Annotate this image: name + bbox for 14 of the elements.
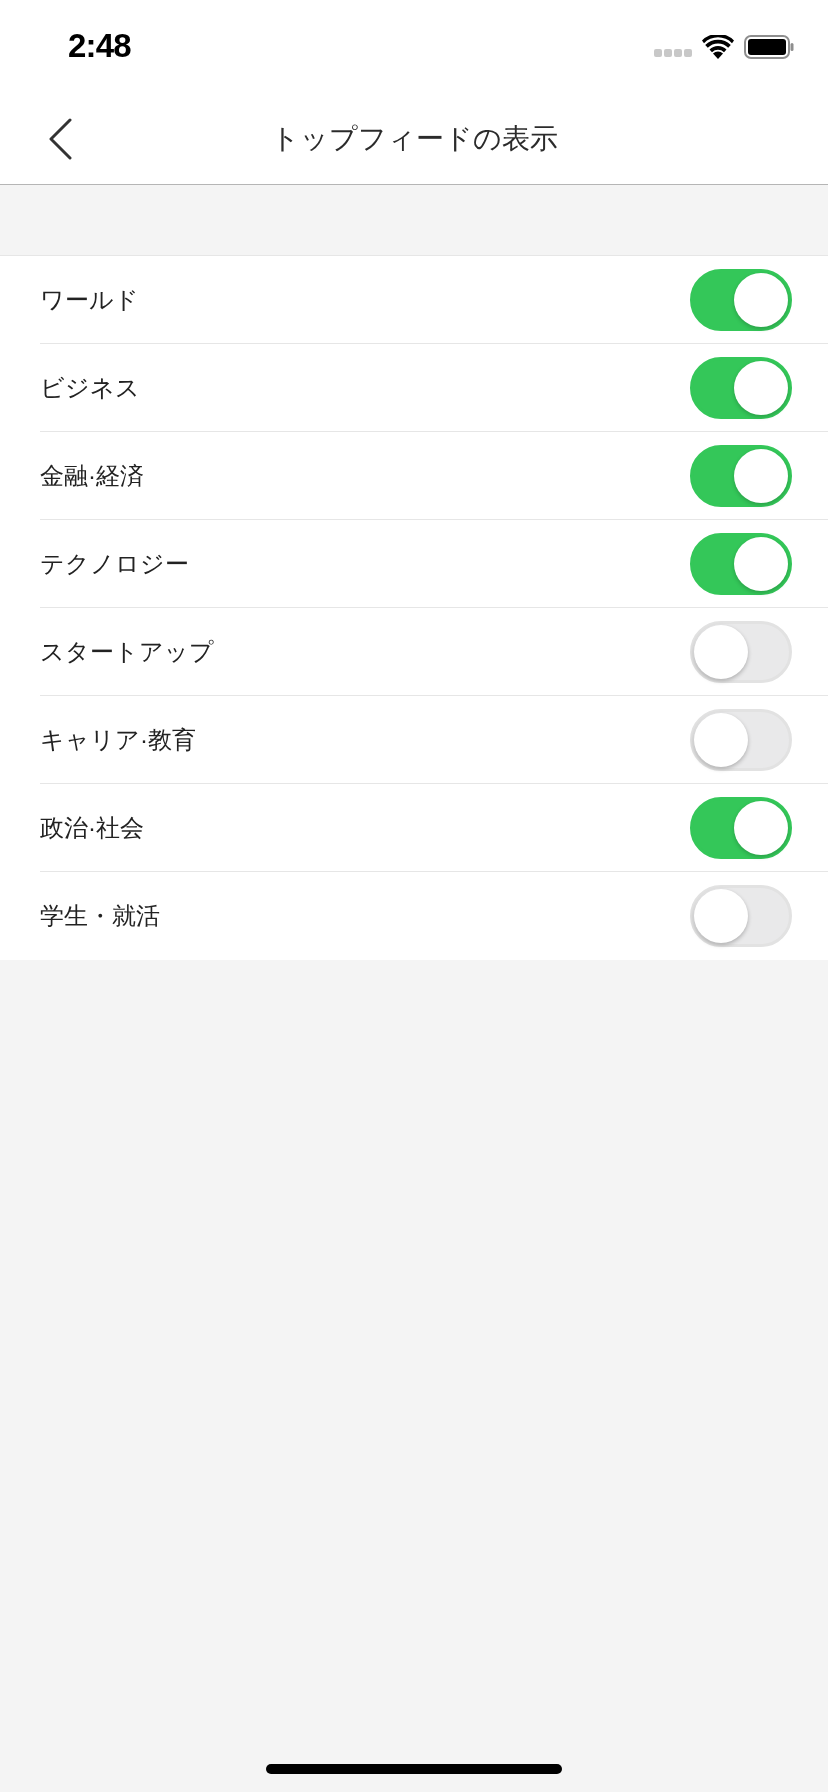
chevron-left-icon xyxy=(48,118,72,160)
signal-dots-icon xyxy=(654,49,692,57)
setting-label: 学生・就活 xyxy=(40,901,160,931)
setting-label: ワールド xyxy=(40,284,139,315)
setting-label: テクノロジー xyxy=(40,548,189,579)
page-title: トップフィードの表示 xyxy=(270,122,558,156)
wifi-icon xyxy=(702,35,734,59)
setting-label: ビジネス xyxy=(40,372,140,403)
battery-icon xyxy=(744,35,794,59)
setting-label: スタートアップ xyxy=(40,636,214,667)
setting-label: 政治·社会 xyxy=(40,812,144,843)
setting-label: キャリア·教育 xyxy=(40,724,196,755)
status-time: 2:48 xyxy=(68,26,131,67)
setting-label: 金融·経済 xyxy=(40,460,144,491)
